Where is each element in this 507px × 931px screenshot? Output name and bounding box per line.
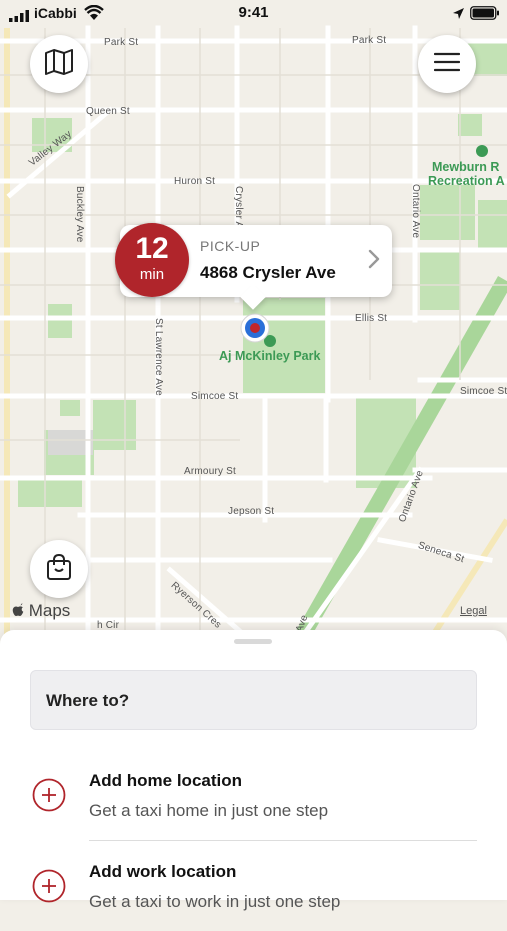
street-label: Park St: [104, 37, 139, 48]
location-arrow-icon: [452, 7, 465, 25]
map-layers-button[interactable]: [30, 35, 88, 93]
shop-button[interactable]: [30, 540, 88, 598]
park-label: Mewburn R: [432, 160, 500, 174]
plus-circle-icon: [32, 869, 66, 903]
street-label: Jepson St: [228, 506, 275, 517]
battery-icon: [470, 6, 500, 25]
eta-value: 12: [135, 232, 169, 265]
pickup-address: 4868 Crysler Ave: [200, 263, 336, 282]
street-label: Park St: [352, 35, 387, 46]
plus-circle-icon: [32, 778, 66, 812]
apple-logo-icon: [12, 601, 29, 620]
shopping-bag-icon: [46, 553, 72, 586]
eta-badge: 12 min: [115, 223, 189, 297]
street-label: Simcoe St: [460, 386, 507, 397]
park-label: Aj McKinley Park: [219, 349, 321, 363]
maps-logo-text: Maps: [28, 601, 71, 620]
work-location-title: Add work location: [89, 862, 237, 881]
street-label: Simcoe St: [191, 391, 239, 402]
legal-link[interactable]: Legal: [460, 605, 487, 617]
home-location-title: Add home location: [89, 771, 242, 790]
street-label: Queen St: [86, 106, 130, 117]
work-location-subtitle: Get a taxi to work in just one step: [89, 892, 341, 911]
sheet-grabber[interactable]: [234, 639, 272, 644]
divider: [89, 840, 477, 841]
add-work-location-row[interactable]: Add work location Get a taxi to work in …: [0, 851, 507, 931]
eta-unit: min: [139, 266, 165, 283]
street-label: Ontario Ave: [410, 184, 421, 239]
street-label: Buckley Ave: [74, 186, 85, 243]
chevron-right-icon: [368, 249, 380, 274]
street-label: Huron St: [174, 176, 216, 187]
hamburger-menu-icon: [433, 52, 461, 77]
maps-attribution: Maps: [12, 601, 70, 621]
home-location-subtitle: Get a taxi home in just one step: [89, 801, 329, 820]
destination-search-input[interactable]: Where to?: [30, 670, 477, 730]
bottom-sheet: Where to? Add home location Get a taxi h…: [0, 630, 507, 911]
street-label: St Lawrence Ave: [153, 318, 164, 396]
clock: 9:41: [238, 4, 269, 21]
street-label: Armoury St: [184, 466, 237, 477]
add-home-location-row[interactable]: Add home location Get a taxi home in jus…: [0, 760, 507, 840]
status-bar: iCabbi 9:41: [0, 0, 507, 28]
map-icon: [44, 48, 74, 81]
park-icon: [476, 145, 488, 157]
street-label: Ellis St: [355, 313, 388, 324]
park-label: Recreation A: [428, 174, 505, 188]
menu-button[interactable]: [418, 35, 476, 93]
pickup-label: PICK-UP: [200, 238, 261, 254]
map-view[interactable]: Park St Park St Queen St Valley Way Huro…: [0, 0, 507, 640]
